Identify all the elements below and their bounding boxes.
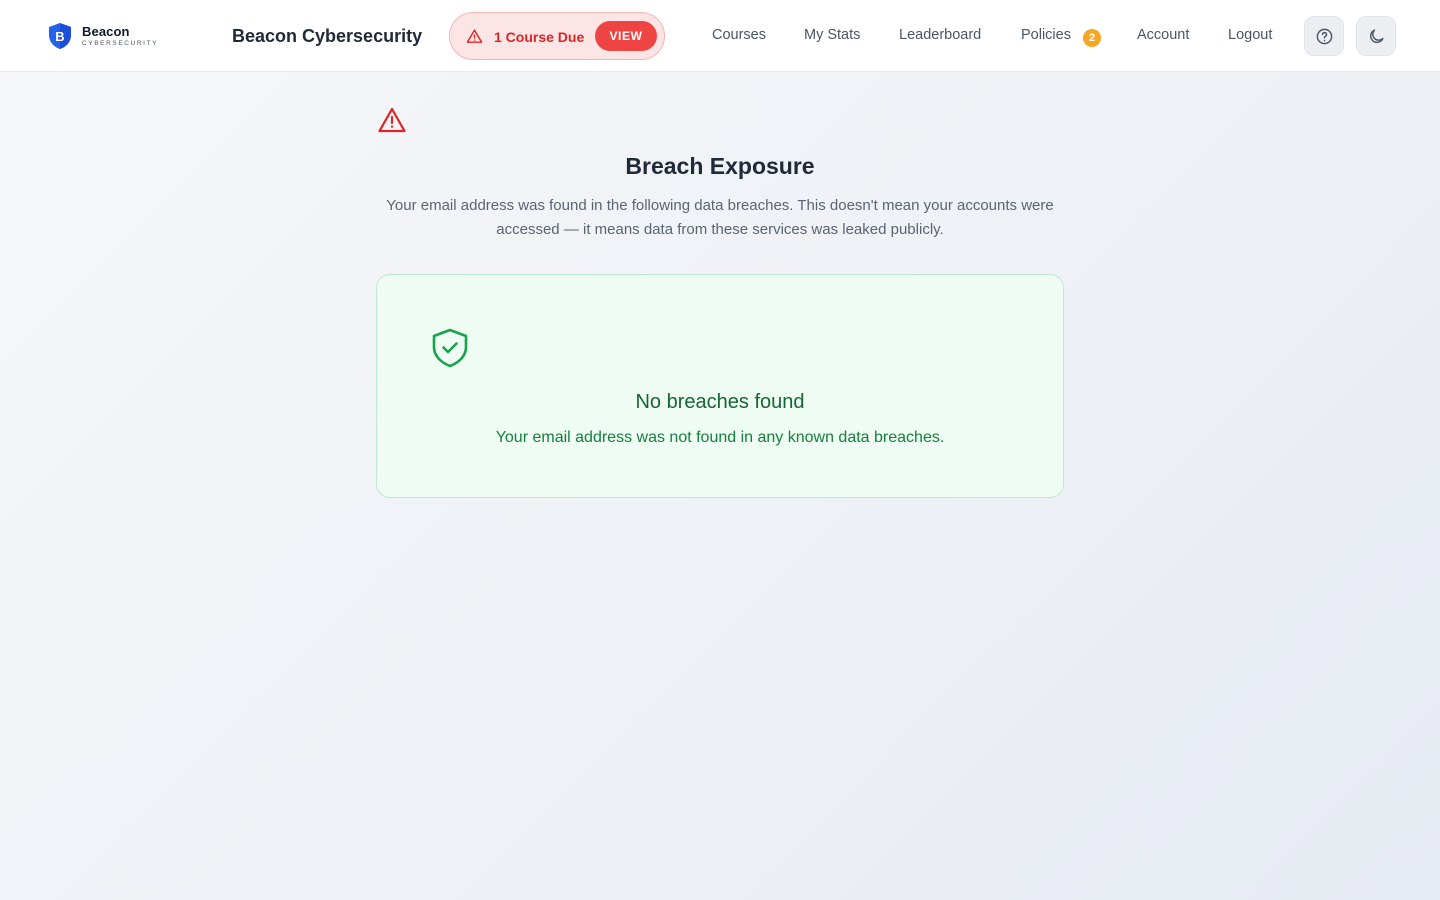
- logo-subtitle: CYBERSECURITY: [82, 39, 159, 47]
- policies-count-badge: 2: [1083, 29, 1101, 47]
- moon-icon: [1369, 28, 1384, 43]
- view-due-course-button[interactable]: VIEW: [595, 21, 657, 51]
- help-circle-icon: [1316, 28, 1332, 44]
- page-description: Your email address was found in the foll…: [386, 197, 1054, 238]
- help-button[interactable]: [1304, 16, 1344, 56]
- result-title: No breaches found: [635, 391, 805, 413]
- theme-toggle-button[interactable]: [1356, 16, 1396, 56]
- logo-name: Beacon: [82, 23, 130, 39]
- nav-policies[interactable]: Policies: [1021, 27, 1071, 43]
- shield-b-icon: B: [49, 23, 71, 49]
- course-due-text: 1 Course Due: [494, 29, 585, 45]
- nav-account[interactable]: Account: [1137, 27, 1189, 43]
- warning-triangle-icon: [378, 107, 406, 133]
- brand-title: Beacon Cybersecurity: [232, 26, 423, 46]
- shield-check-icon: [432, 328, 468, 368]
- nav-logout[interactable]: Logout: [1228, 27, 1272, 43]
- result-text: Your email address was not found in any …: [495, 429, 945, 446]
- logo-initial: B: [55, 29, 64, 44]
- page-title: Breach Exposure: [625, 153, 815, 179]
- nav-courses[interactable]: Courses: [712, 27, 766, 43]
- warning-icon: [466, 29, 483, 43]
- top-navbar: B Beacon CYBERSECURITY Beacon Cybersecur…: [0, 0, 1440, 72]
- breach-result-card: No breaches found Your email address was…: [376, 274, 1064, 498]
- logo[interactable]: B Beacon CYBERSECURITY: [48, 22, 158, 50]
- nav-leaderboard[interactable]: Leaderboard: [899, 27, 981, 43]
- course-due-alert[interactable]: 1 Course Due VIEW: [449, 12, 665, 60]
- nav-my-stats[interactable]: My Stats: [804, 27, 860, 43]
